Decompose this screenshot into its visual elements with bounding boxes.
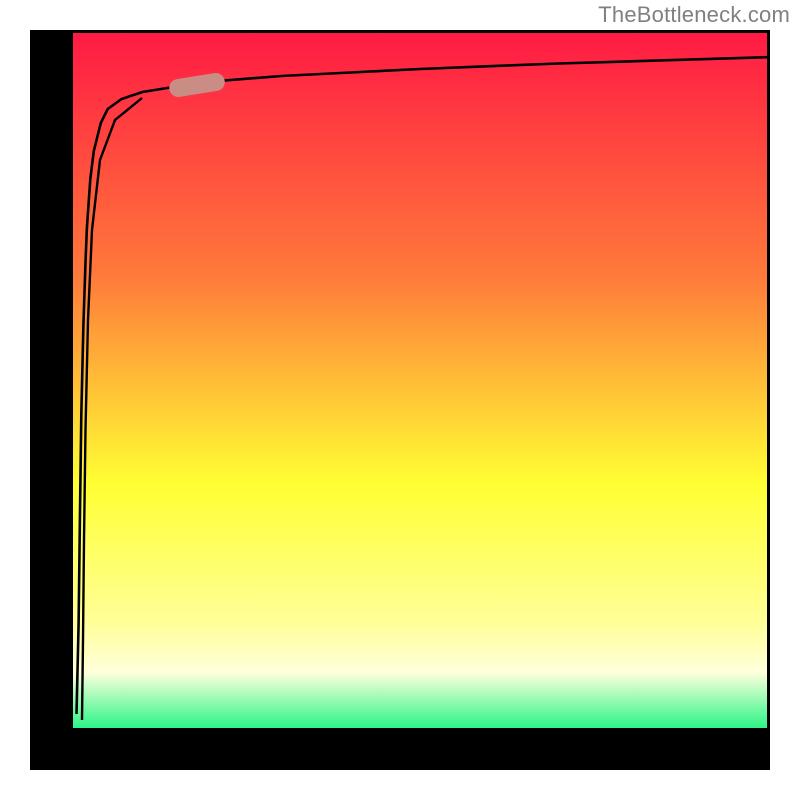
chart-svg xyxy=(0,0,800,800)
chart-frame: TheBottleneck.com xyxy=(0,0,800,800)
plot-gradient xyxy=(73,33,767,728)
attribution-text: TheBottleneck.com xyxy=(598,2,790,28)
